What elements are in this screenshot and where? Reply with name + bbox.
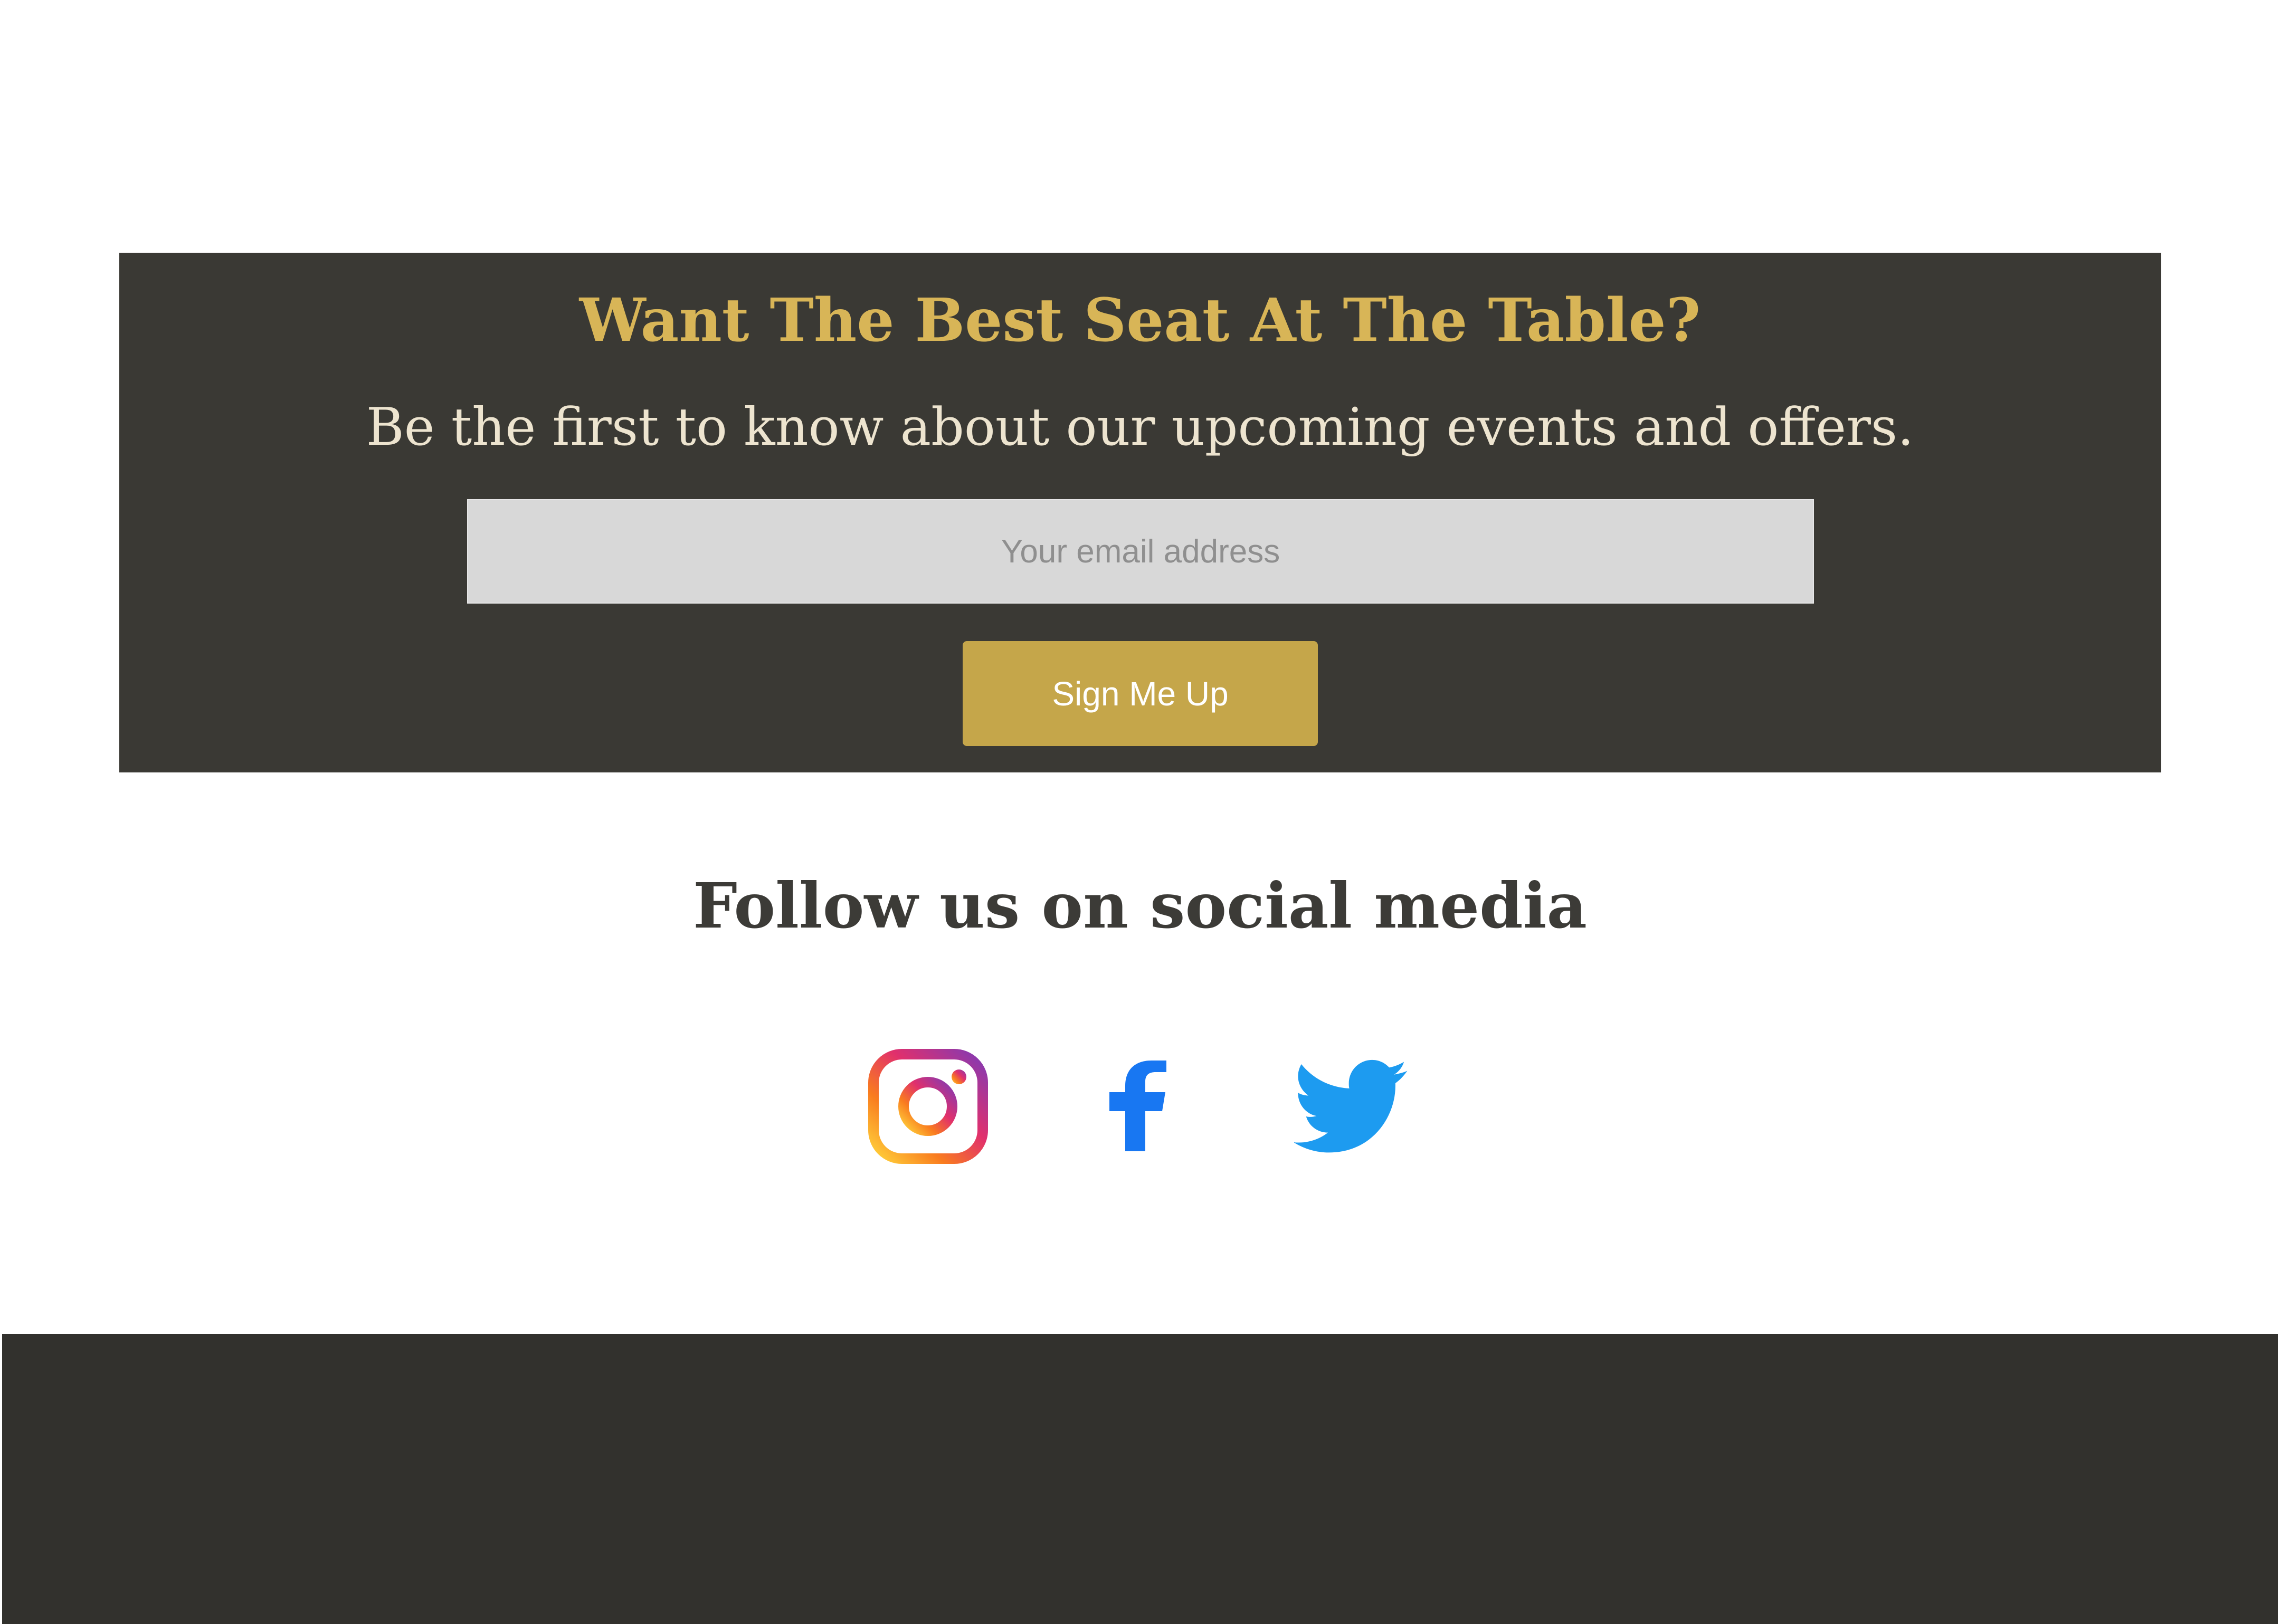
facebook-link[interactable] xyxy=(1101,1061,1175,1151)
instagram-link[interactable] xyxy=(866,1049,990,1164)
twitter-link[interactable] xyxy=(1294,1059,1410,1154)
instagram-icon xyxy=(868,1049,988,1164)
facebook-icon xyxy=(1109,1061,1166,1151)
email-input[interactable] xyxy=(467,499,1814,604)
sign-me-up-button[interactable]: Sign Me Up xyxy=(963,641,1318,746)
social-heading: Follow us on social media xyxy=(693,869,1587,942)
newsletter-subtitle: Be the first to know about our upcoming … xyxy=(366,397,1914,457)
twitter-icon xyxy=(1294,1059,1408,1153)
footer xyxy=(2,1334,2278,1624)
newsletter-title: Want The Best Seat At The Table? xyxy=(579,286,1701,355)
